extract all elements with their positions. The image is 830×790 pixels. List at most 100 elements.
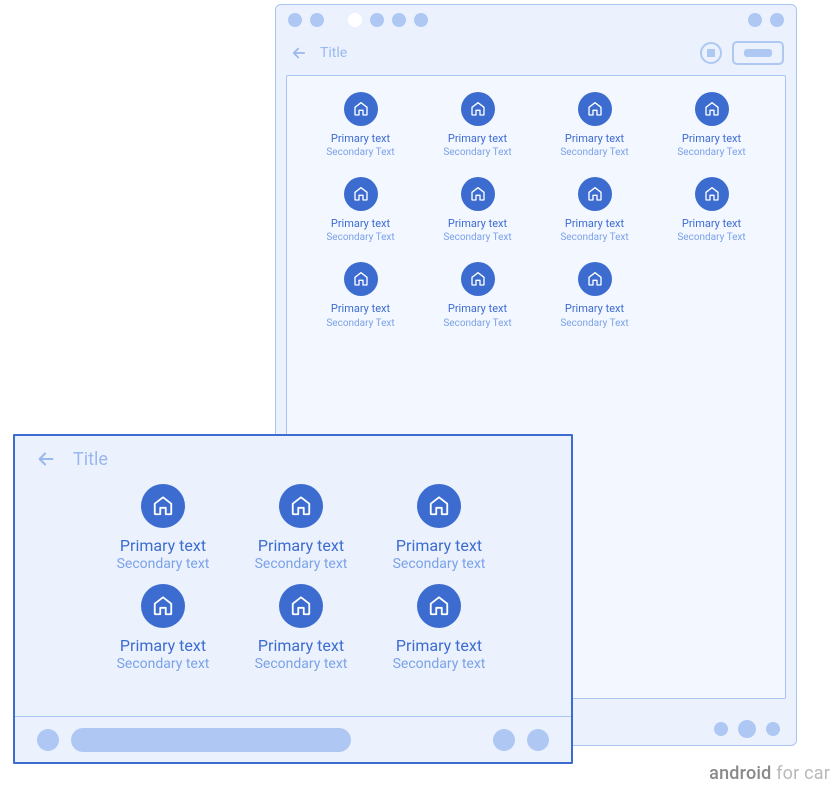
- action-pill-button[interactable]: [732, 41, 784, 65]
- status-bar: [276, 5, 796, 35]
- grid-item-primary: Primary text: [396, 536, 482, 555]
- grid-item-primary: Primary text: [448, 132, 507, 145]
- grid-item-secondary: Secondary text: [117, 556, 210, 572]
- home-icon: [695, 177, 729, 211]
- grid-item-secondary: Secondary Text: [443, 147, 511, 159]
- grid-item[interactable]: Primary textSecondary text: [371, 584, 507, 672]
- placeholder-bar-icon: [744, 49, 772, 57]
- home-icon: [695, 92, 729, 126]
- grid-item-primary: Primary text: [682, 217, 741, 230]
- status-dot-icon: [392, 13, 406, 27]
- home-icon: [417, 584, 461, 628]
- grid-item-primary: Primary text: [331, 132, 390, 145]
- home-icon: [344, 262, 378, 296]
- grid-item-secondary: Secondary text: [393, 556, 486, 572]
- nav-dot-icon[interactable]: [714, 722, 728, 736]
- grid-item[interactable]: Primary textSecondary text: [95, 484, 231, 572]
- grid-item[interactable]: Primary text Secondary Text: [306, 92, 416, 159]
- grid-item-primary: Primary text: [565, 302, 624, 315]
- status-dot-icon: [370, 13, 384, 27]
- home-icon: [578, 177, 612, 211]
- home-icon: [461, 262, 495, 296]
- nav-dot-icon[interactable]: [738, 720, 756, 738]
- grid-item[interactable]: Primary text Secondary Text: [657, 177, 767, 244]
- grid-item[interactable]: Primary textSecondary text: [233, 484, 369, 572]
- nav-pill-icon[interactable]: [71, 728, 351, 752]
- status-dot-icon: [770, 13, 784, 27]
- status-dot-icon: [348, 13, 362, 27]
- back-button[interactable]: [33, 446, 59, 472]
- nav-dot-icon[interactable]: [37, 729, 59, 751]
- watermark: android for car: [709, 763, 830, 784]
- home-icon: [578, 92, 612, 126]
- grid-item[interactable]: Primary text Secondary Text: [423, 177, 533, 244]
- grid-item-primary: Primary text: [331, 217, 390, 230]
- grid: Primary textSecondary textPrimary textSe…: [15, 482, 571, 672]
- widescreen-wireframe-panel: Title Primary textSecondary textPrimary …: [13, 434, 573, 764]
- nav-dot-icon[interactable]: [527, 729, 549, 751]
- page-title: Title: [73, 449, 108, 470]
- grid-item-secondary: Secondary Text: [326, 318, 394, 330]
- grid-item[interactable]: Primary text Secondary Text: [306, 262, 416, 329]
- system-nav-bar: [15, 716, 571, 762]
- grid-item-primary: Primary text: [258, 636, 344, 655]
- home-icon: [141, 484, 185, 528]
- grid-item-primary: Primary text: [396, 636, 482, 655]
- grid-item[interactable]: Primary textSecondary Text: [540, 92, 650, 159]
- home-icon: [279, 584, 323, 628]
- home-icon: [344, 177, 378, 211]
- nav-dot-icon[interactable]: [493, 729, 515, 751]
- grid-item-secondary: Secondary Text: [677, 232, 745, 244]
- grid-item-primary: Primary text: [448, 217, 507, 230]
- home-icon: [417, 484, 461, 528]
- home-icon: [344, 92, 378, 126]
- grid-item[interactable]: Primary text Secondary Text: [306, 177, 416, 244]
- status-dot-icon: [310, 13, 324, 27]
- grid-item-secondary: Secondary Text: [326, 147, 394, 159]
- grid-item[interactable]: Primary text Secondary Text: [540, 177, 650, 244]
- home-icon: [578, 262, 612, 296]
- grid-item[interactable]: Primary textSecondary text: [371, 484, 507, 572]
- grid-item-primary: Primary text: [448, 302, 507, 315]
- watermark-light: for car: [772, 763, 830, 784]
- app-header: Title: [15, 436, 571, 482]
- grid-item-primary: Primary text: [682, 132, 741, 145]
- grid-item-secondary: Secondary text: [393, 656, 486, 672]
- back-button[interactable]: [288, 42, 310, 64]
- grid-item[interactable]: Primary text Secondary Text: [423, 92, 533, 159]
- grid-item[interactable]: Primary text Secondary Text: [423, 262, 533, 329]
- nav-dot-icon[interactable]: [766, 722, 780, 736]
- grid-item[interactable]: Primary text Secondary Text: [540, 262, 650, 329]
- grid-item[interactable]: Primary text Secondary Text: [657, 92, 767, 159]
- page-title: Title: [320, 45, 690, 61]
- watermark-bold: android: [709, 763, 771, 784]
- grid-item-secondary: Secondary Text: [560, 318, 628, 330]
- grid-item-secondary: Secondary text: [255, 656, 348, 672]
- grid-item-secondary: Secondary text: [255, 556, 348, 572]
- grid-item-primary: Primary text: [565, 217, 624, 230]
- grid-item[interactable]: Primary textSecondary text: [95, 584, 231, 672]
- grid-item-primary: Primary text: [120, 536, 206, 555]
- grid-item-secondary: Secondary Text: [326, 232, 394, 244]
- grid-item-primary: Primary text: [565, 132, 624, 145]
- grid-item-secondary: Secondary Text: [677, 147, 745, 159]
- home-icon: [141, 584, 185, 628]
- home-icon: [461, 92, 495, 126]
- home-icon: [461, 177, 495, 211]
- stop-icon: [707, 49, 715, 57]
- grid-item[interactable]: Primary textSecondary text: [233, 584, 369, 672]
- grid-item-primary: Primary text: [120, 636, 206, 655]
- status-dot-icon: [288, 13, 302, 27]
- status-dot-icon: [414, 13, 428, 27]
- grid: Primary text Secondary Text Primary text Se…: [305, 92, 767, 330]
- home-icon: [279, 484, 323, 528]
- arrow-left-icon: [35, 448, 57, 470]
- grid-item-secondary: Secondary Text: [443, 318, 511, 330]
- grid-item-primary: Primary text: [258, 536, 344, 555]
- grid-item-secondary: Secondary Text: [560, 232, 628, 244]
- grid-item-secondary: Secondary text: [117, 656, 210, 672]
- grid-item-primary: Primary text: [331, 302, 390, 315]
- grid-item-secondary: Secondary Text: [443, 232, 511, 244]
- app-header: Title: [276, 35, 796, 71]
- action-button[interactable]: [700, 42, 722, 64]
